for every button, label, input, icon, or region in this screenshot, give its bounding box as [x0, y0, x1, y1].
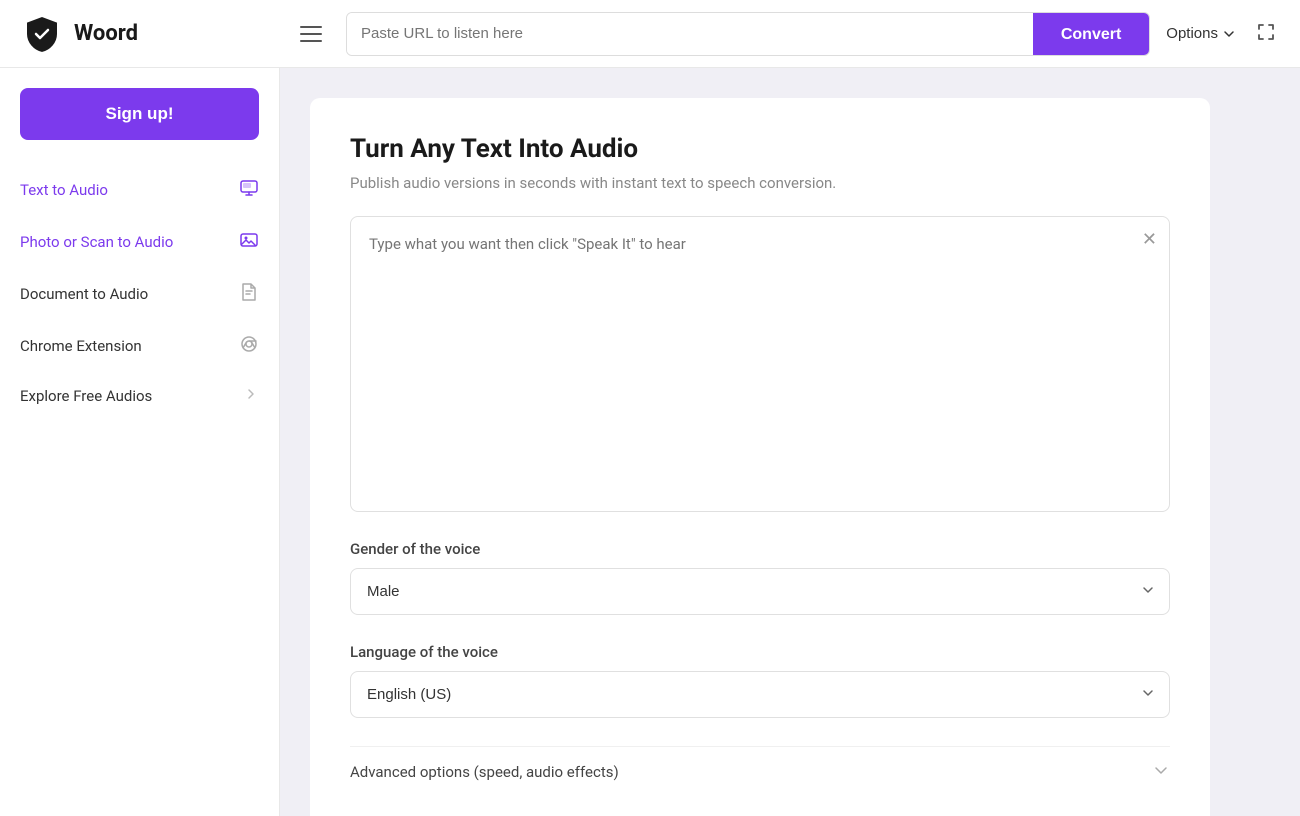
sidebar-item-text-to-audio[interactable]: Text to Audio — [0, 164, 279, 216]
url-input-wrap: Convert — [346, 12, 1150, 56]
sidebar-item-explore-free-audios[interactable]: Explore Free Audios — [0, 372, 279, 420]
hamburger-button[interactable] — [296, 22, 326, 46]
file-icon — [239, 282, 259, 306]
logo-text: Woord — [74, 21, 138, 46]
gender-select-wrap: Male Female — [350, 568, 1170, 615]
language-field: Language of the voice English (US) Engli… — [350, 643, 1170, 718]
fullscreen-icon — [1256, 22, 1276, 42]
advanced-chevron-down-icon — [1152, 761, 1170, 783]
chevron-right-icon — [243, 386, 259, 406]
signup-button[interactable]: Sign up! — [20, 88, 259, 140]
gender-field: Gender of the voice Male Female — [350, 540, 1170, 615]
sidebar-item-label-document-to-audio: Document to Audio — [20, 285, 148, 303]
options-label: Options — [1166, 25, 1218, 42]
language-select[interactable]: English (US) English (UK) Spanish French… — [350, 671, 1170, 718]
logo-area: Woord — [20, 12, 280, 56]
sidebar-item-chrome-extension[interactable]: Chrome Extension — [0, 320, 279, 372]
options-button[interactable]: Options — [1166, 25, 1236, 42]
url-input[interactable] — [347, 13, 1033, 55]
gender-select[interactable]: Male Female — [350, 568, 1170, 615]
sidebar-item-photo-to-audio[interactable]: Photo or Scan to Audio — [0, 216, 279, 268]
sidebar-item-label-text-to-audio: Text to Audio — [20, 181, 108, 199]
chevron-down-icon — [1222, 27, 1236, 41]
clear-button[interactable]: ✕ — [1142, 229, 1157, 250]
chrome-icon — [239, 334, 259, 358]
main-card: Turn Any Text Into Audio Publish audio v… — [310, 98, 1210, 816]
gender-label: Gender of the voice — [350, 540, 1170, 558]
convert-button[interactable]: Convert — [1033, 13, 1149, 56]
hamburger-line-1 — [300, 26, 322, 28]
monitor-icon — [239, 178, 259, 202]
sidebar: Sign up! Text to Audio Photo or Scan to … — [0, 68, 280, 816]
sidebar-item-document-to-audio[interactable]: Document to Audio — [0, 268, 279, 320]
header-right: Options — [1166, 18, 1280, 49]
card-title: Turn Any Text Into Audio — [350, 134, 1170, 164]
language-select-wrap: English (US) English (UK) Spanish French… — [350, 671, 1170, 718]
fullscreen-button[interactable] — [1252, 18, 1280, 49]
layout: Sign up! Text to Audio Photo or Scan to … — [0, 68, 1300, 816]
textarea-wrap: ✕ — [350, 216, 1170, 512]
image-icon — [239, 230, 259, 254]
advanced-options-label: Advanced options (speed, audio effects) — [350, 763, 619, 781]
text-input[interactable] — [351, 217, 1169, 507]
main-content: Turn Any Text Into Audio Publish audio v… — [280, 68, 1300, 816]
header: Woord Convert Options — [0, 0, 1300, 68]
sidebar-item-label-photo-to-audio: Photo or Scan to Audio — [20, 233, 173, 251]
advanced-options-row[interactable]: Advanced options (speed, audio effects) — [350, 746, 1170, 797]
hamburger-lines — [300, 26, 322, 42]
language-label: Language of the voice — [350, 643, 1170, 661]
card-subtitle: Publish audio versions in seconds with i… — [350, 174, 1170, 192]
sidebar-item-label-explore-free-audios: Explore Free Audios — [20, 387, 152, 405]
hamburger-line-3 — [300, 40, 322, 42]
sidebar-item-label-chrome-extension: Chrome Extension — [20, 337, 142, 355]
hamburger-line-2 — [300, 33, 322, 35]
logo-icon — [20, 12, 64, 56]
